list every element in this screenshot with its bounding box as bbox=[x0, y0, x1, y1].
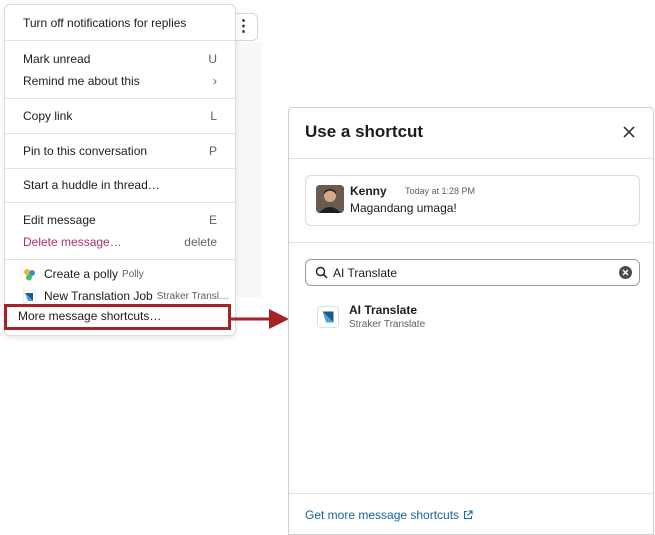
message-context-menu: Turn off notifications for replies Mark … bbox=[4, 4, 236, 336]
menu-divider bbox=[5, 98, 235, 99]
polly-icon bbox=[24, 268, 35, 280]
shortcut-result-ai-translate[interactable]: AI Translate Straker Translate bbox=[305, 300, 640, 336]
menu-divider bbox=[5, 259, 235, 260]
menu-divider bbox=[5, 133, 235, 134]
message-hover-area bbox=[236, 42, 262, 297]
straker-icon bbox=[23, 289, 36, 303]
external-link-icon bbox=[464, 510, 473, 520]
menu-divider bbox=[5, 202, 235, 203]
modal-divider bbox=[289, 493, 653, 494]
message-preview: Kenny Today at 1:28 PM Magandang umaga! bbox=[305, 175, 640, 226]
clear-icon[interactable] bbox=[619, 266, 632, 279]
shortcut-search-box[interactable] bbox=[305, 259, 640, 286]
search-icon bbox=[315, 266, 328, 279]
close-icon[interactable] bbox=[621, 124, 637, 140]
annotation-highlight-box bbox=[4, 304, 231, 330]
modal-divider bbox=[289, 242, 653, 243]
menu-divider bbox=[5, 168, 235, 169]
use-shortcut-modal: Use a shortcut Kenny Today at 1:28 PM Ma… bbox=[288, 107, 654, 535]
result-title: AI Translate bbox=[349, 303, 418, 317]
menu-item-edit-message[interactable]: Edit message E bbox=[23, 211, 217, 229]
modal-title: Use a shortcut bbox=[305, 122, 424, 141]
message-text: Magandang umaga! bbox=[350, 201, 457, 215]
message-author: Kenny bbox=[350, 184, 387, 198]
menu-item-start-huddle[interactable]: Start a huddle in thread… bbox=[23, 176, 217, 194]
menu-item-copy-link[interactable]: Copy link L bbox=[23, 107, 217, 125]
result-subtitle: Straker Translate bbox=[349, 319, 426, 330]
menu-item-pin[interactable]: Pin to this conversation P bbox=[23, 142, 217, 160]
menu-item-turn-off-notifications[interactable]: Turn off notifications for replies bbox=[23, 14, 217, 32]
search-input[interactable] bbox=[333, 263, 603, 283]
menu-item-delete-message[interactable]: Delete message… delete bbox=[23, 233, 217, 251]
chevron-right-icon: › bbox=[213, 74, 217, 88]
person-icon bbox=[316, 185, 344, 213]
straker-icon bbox=[317, 306, 339, 328]
modal-divider bbox=[289, 158, 653, 159]
annotation-arrow-icon bbox=[231, 309, 289, 329]
get-more-shortcuts-link[interactable]: Get more message shortcuts bbox=[305, 508, 473, 522]
vertical-ellipsis-icon: ⋮ bbox=[235, 18, 252, 35]
menu-item-mark-unread[interactable]: Mark unread U bbox=[23, 50, 217, 68]
menu-item-create-polly[interactable]: Create a polly Polly bbox=[23, 265, 229, 283]
menu-item-remind-me[interactable]: Remind me about this › bbox=[23, 72, 217, 90]
menu-item-new-translation-job[interactable]: New Translation Job Straker Transl… bbox=[23, 287, 229, 305]
avatar bbox=[316, 185, 344, 213]
menu-divider bbox=[5, 40, 235, 41]
message-timestamp: Today at 1:28 PM bbox=[405, 186, 476, 196]
